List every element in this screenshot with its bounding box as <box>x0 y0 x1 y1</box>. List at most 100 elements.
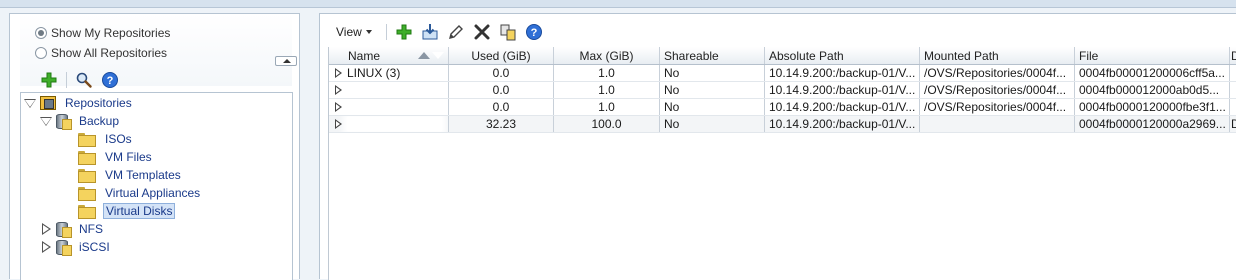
row-file: 0004fb000012000ab0d5... <box>1075 82 1230 98</box>
import-icon[interactable] <box>421 23 439 41</box>
row-max: 1.0 <box>554 82 660 98</box>
tree-label-backup: Backup <box>79 113 120 128</box>
radio-selected-icon[interactable] <box>35 27 47 39</box>
column-header-mounted-path[interactable]: Mounted Path <box>920 47 1075 64</box>
table-row[interactable]: 0.0 1.0 No 10.14.9.200:/backup-01/V... /… <box>329 82 1236 99</box>
column-header-name[interactable]: Name <box>344 47 449 64</box>
row-extra <box>1230 65 1236 81</box>
redacted-name <box>347 83 442 97</box>
tree-label-isos: ISOs <box>105 131 132 146</box>
tree-node-virtual-appliances[interactable]: Virtual Appliances <box>78 184 200 201</box>
tree-node-backup[interactable]: Backup <box>40 112 120 130</box>
redacted-name <box>347 100 442 114</box>
tree-label-iscsi: iSCSI <box>79 239 110 254</box>
table-row[interactable]: LINUX (3) 0.0 1.0 No 10.14.9.200:/backup… <box>329 65 1236 82</box>
virtual-disks-table: Name Used (GiB) Max (GiB) Shareable Abso… <box>328 47 1236 280</box>
show-all-repositories-option[interactable]: Show All Repositories <box>35 46 167 60</box>
expand-row-icon[interactable] <box>335 85 342 95</box>
row-shareable: No <box>660 82 765 98</box>
tree-node-iscsi[interactable]: iSCSI <box>41 238 110 256</box>
tree-node-isos[interactable]: ISOs <box>78 130 132 147</box>
tree-node-vm-templates[interactable]: VM Templates <box>78 166 181 183</box>
row-mounted-path <box>920 116 1075 132</box>
repository-tree: Repositories Backup ISOs VM Files VM Tem… <box>20 92 293 280</box>
column-header-max[interactable]: Max (GiB) <box>554 47 660 64</box>
expand-row-icon[interactable] <box>335 68 342 78</box>
row-shareable: No <box>660 99 765 115</box>
column-header-used[interactable]: Used (GiB) <box>449 47 554 64</box>
folder-icon <box>78 132 96 147</box>
window-top-strip <box>0 0 1236 8</box>
expand-toggle-icon[interactable] <box>24 98 36 108</box>
search-icon[interactable] <box>75 71 93 89</box>
row-shareable: No <box>660 116 765 132</box>
row-name-cell <box>329 82 449 98</box>
row-mounted-path: /OVS/Repositories/0004f... <box>920 82 1075 98</box>
edit-icon[interactable] <box>447 23 465 41</box>
row-max: 1.0 <box>554 99 660 115</box>
expand-row-icon[interactable] <box>335 102 342 112</box>
expand-toggle-icon[interactable] <box>41 240 51 253</box>
add-icon[interactable] <box>395 23 413 41</box>
collapse-panel-button[interactable] <box>275 56 297 66</box>
row-used: 32.23 <box>449 116 554 132</box>
expand-row-icon[interactable] <box>335 119 342 129</box>
tree-node-repositories[interactable]: Repositories <box>24 94 132 111</box>
sort-icon[interactable] <box>418 51 445 59</box>
row-absolute-path: 10.14.9.200:/backup-01/V... <box>765 65 920 81</box>
clone-icon[interactable] <box>499 23 517 41</box>
row-extra: D <box>1230 116 1236 132</box>
row-used: 0.0 <box>449 65 554 81</box>
delete-icon[interactable] <box>473 23 491 41</box>
tree-label-vm-templates: VM Templates <box>105 167 181 182</box>
row-extra <box>1230 82 1236 98</box>
column-header-shareable[interactable]: Shareable <box>660 47 765 64</box>
row-extra <box>1230 99 1236 115</box>
tree-label-vm-files: VM Files <box>105 149 152 164</box>
row-used: 0.0 <box>449 99 554 115</box>
add-icon[interactable] <box>40 71 58 89</box>
help-icon[interactable]: ? <box>525 23 543 41</box>
row-absolute-path: 10.14.9.200:/backup-01/V... <box>765 99 920 115</box>
folder-icon <box>78 168 96 183</box>
row-file: 0004fb00001200006cff5a... <box>1075 65 1230 81</box>
table-row[interactable]: 32.23 100.0 No 10.14.9.200:/backup-01/V.… <box>329 116 1236 133</box>
virtual-disks-toolbar: View ? <box>328 20 543 44</box>
repositories-navigation-pane: Show My Repositories Show All Repositori… <box>9 13 300 280</box>
row-absolute-path: 10.14.9.200:/backup-01/V... <box>765 82 920 98</box>
expand-toggle-icon[interactable] <box>41 222 51 235</box>
column-header-label: Name <box>348 48 381 63</box>
tree-node-vm-files[interactable]: VM Files <box>78 148 152 165</box>
radio-unselected-icon[interactable] <box>35 47 47 59</box>
repositories-icon <box>40 95 56 110</box>
row-max: 1.0 <box>554 65 660 81</box>
folder-icon <box>78 204 96 219</box>
toolbar-separator <box>385 24 387 40</box>
column-header-truncated[interactable]: D <box>1230 47 1236 64</box>
row-name-cell: LINUX (3) <box>329 65 449 81</box>
table-header: Name Used (GiB) Max (GiB) Shareable Abso… <box>329 47 1236 65</box>
redacted-name <box>347 117 442 131</box>
row-name-cell <box>329 99 449 115</box>
repository-database-icon <box>56 113 72 130</box>
row-absolute-path: 10.14.9.200:/backup-01/V... <box>765 116 920 132</box>
column-header-file[interactable]: File <box>1075 47 1230 64</box>
svg-text:?: ? <box>530 27 537 39</box>
expand-toggle-icon[interactable] <box>40 116 52 126</box>
show-all-repositories-label: Show All Repositories <box>51 46 168 60</box>
table-row[interactable]: 0.0 1.0 No 10.14.9.200:/backup-01/V... /… <box>329 99 1236 116</box>
toolbar-separator <box>66 72 67 88</box>
svg-text:?: ? <box>107 75 114 87</box>
tree-label-virtual-appliances: Virtual Appliances <box>105 185 201 200</box>
row-name: LINUX (3) <box>347 66 401 80</box>
row-shareable: No <box>660 65 765 81</box>
show-my-repositories-option[interactable]: Show My Repositories <box>35 26 170 40</box>
navigation-toolbar: ? <box>20 69 119 91</box>
help-icon[interactable]: ? <box>101 71 119 89</box>
tree-node-virtual-disks[interactable]: Virtual Disks <box>78 202 176 219</box>
view-menu-button[interactable]: View <box>328 21 378 43</box>
column-header-absolute-path[interactable]: Absolute Path <box>765 47 920 64</box>
tree-node-nfs[interactable]: NFS <box>41 220 103 238</box>
folder-icon <box>78 150 96 165</box>
repository-database-icon <box>56 239 72 256</box>
